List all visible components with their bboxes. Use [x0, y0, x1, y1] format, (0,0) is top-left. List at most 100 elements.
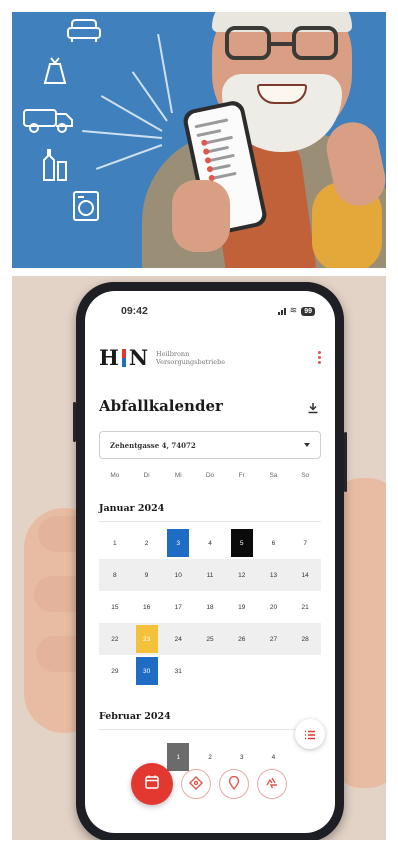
calendar-week: 8 9 10 11 12 13 14: [99, 559, 321, 591]
app-screen: 09:42 ≋ 99 H N Heilbronn Versorgungsbetr…: [85, 291, 335, 833]
garbage-truck-icon: [22, 104, 74, 134]
location-button[interactable]: [219, 769, 249, 799]
calendar-day[interactable]: 4: [258, 743, 290, 771]
page-title: Abfallkalender: [99, 397, 223, 415]
hero-photo: [12, 12, 386, 268]
calendar-day[interactable]: 10: [162, 559, 194, 591]
status-time: 09:42: [121, 305, 148, 317]
sofa-icon: [66, 18, 102, 44]
weekday-label: So: [301, 472, 310, 479]
calendar-day-collection-black[interactable]: 5: [226, 527, 258, 559]
calendar-day[interactable]: 29: [99, 655, 131, 687]
glasses-bridge: [271, 42, 293, 46]
logo-bar: [121, 348, 126, 367]
calendar-january: 1 2 3 4 5 6 7 8 9 10 11 12 13 14 15 16 1…: [99, 527, 321, 687]
calendar-day[interactable]: 9: [131, 559, 163, 591]
calendar-day[interactable]: 17: [162, 591, 194, 623]
logo-letter-h: H: [99, 345, 119, 370]
divider: [99, 521, 321, 522]
weekday-label: Do: [205, 472, 215, 479]
bottles-icon: [40, 148, 68, 182]
light-ray: [157, 34, 173, 114]
light-ray: [82, 130, 163, 139]
calendar-day[interactable]: 20: [258, 591, 290, 623]
trash-bag-icon: [42, 56, 68, 86]
calendar-day[interactable]: 3: [226, 743, 258, 771]
calendar-day[interactable]: 21: [289, 591, 321, 623]
calendar-week: 1 2 3 4 5 6 7: [99, 527, 321, 559]
address-value: Zehentgasse 4, 74072: [110, 440, 196, 450]
calendar-day[interactable]: 6: [258, 527, 290, 559]
calendar-icon: [144, 774, 160, 794]
logo-line-1: Heilbronn: [156, 349, 190, 358]
weekday-label: Mi: [174, 472, 182, 479]
calendar-day[interactable]: 12: [226, 559, 258, 591]
month-heading-february: Februar 2024: [99, 711, 171, 722]
calendar-day[interactable]: 11: [194, 559, 226, 591]
status-bar: 09:42 ≋ 99: [85, 305, 335, 321]
power-button: [344, 432, 347, 492]
calendar-day[interactable]: 8: [99, 559, 131, 591]
calendar-view-button[interactable]: [131, 763, 173, 805]
weekday-label: Mo: [110, 472, 120, 479]
logo-text: Heilbronn Versorgungsbetriebe: [156, 350, 225, 366]
calendar-day[interactable]: 2: [131, 527, 163, 559]
volume-button: [73, 402, 76, 442]
man-hand: [172, 180, 230, 252]
calendar-day-collection-blue[interactable]: 3: [162, 527, 194, 559]
calendar-day: [194, 655, 226, 687]
calendar-day-collection-gray[interactable]: 1: [162, 743, 194, 771]
calendar-week: 15 16 17 18 19 20 21: [99, 591, 321, 623]
calendar-day: [258, 655, 290, 687]
smartphone: 09:42 ≋ 99 H N Heilbronn Versorgungsbetr…: [73, 282, 347, 840]
calendar-day[interactable]: 31: [162, 655, 194, 687]
weekday-header: Mo Di Mi Do Fr Sa So: [99, 472, 321, 479]
weekday-label: Sa: [269, 472, 278, 479]
washing-machine-icon: [72, 190, 100, 222]
calendar-day[interactable]: 7: [289, 527, 321, 559]
calendar-day-collection-yellow[interactable]: 23: [131, 623, 163, 655]
calendar-february: 1 2 3 4: [99, 743, 321, 771]
calendar-day[interactable]: 25: [194, 623, 226, 655]
calendar-week: 29 30 31: [99, 655, 321, 687]
calendar-day[interactable]: 22: [99, 623, 131, 655]
download-icon[interactable]: [307, 399, 319, 418]
month-heading-january: Januar 2024: [99, 503, 165, 514]
weekday-label: Di: [143, 472, 150, 479]
kebab-menu-icon[interactable]: [318, 351, 321, 364]
calendar-day[interactable]: 28: [289, 623, 321, 655]
calendar-day[interactable]: 27: [258, 623, 290, 655]
tag-button[interactable]: [181, 769, 211, 799]
calendar-day[interactable]: 16: [131, 591, 163, 623]
calendar-day[interactable]: 2: [194, 743, 226, 771]
calendar-week: 22 23 24 25 26 27 28: [99, 623, 321, 655]
calendar-day: [226, 655, 258, 687]
calendar-day-collection-blue[interactable]: 30: [131, 655, 163, 687]
wifi-icon: ≋: [289, 306, 298, 316]
calendar-day: [289, 655, 321, 687]
calendar-day[interactable]: 18: [194, 591, 226, 623]
phone-mockup-photo: 09:42 ≋ 99 H N Heilbronn Versorgungsbetr…: [12, 276, 386, 840]
calendar-day[interactable]: 4: [194, 527, 226, 559]
status-icons: ≋ 99: [277, 306, 315, 316]
hnv-logo[interactable]: H N Heilbronn Versorgungsbetriebe: [99, 345, 225, 370]
calendar-day: [99, 743, 131, 771]
list-view-button[interactable]: [295, 719, 325, 749]
calendar-day[interactable]: 15: [99, 591, 131, 623]
calendar-day[interactable]: 19: [226, 591, 258, 623]
list-icon: [304, 725, 316, 744]
glasses-left: [225, 26, 271, 60]
divider: [99, 729, 321, 730]
calendar-day[interactable]: 26: [226, 623, 258, 655]
recycle-button[interactable]: [257, 769, 287, 799]
calendar-day[interactable]: 1: [99, 527, 131, 559]
light-ray: [95, 144, 163, 170]
calendar-day[interactable]: 13: [258, 559, 290, 591]
logo-line-2: Versorgungsbetriebe: [156, 357, 226, 366]
location-pin-icon: [227, 775, 241, 794]
address-select[interactable]: Zehentgasse 4, 74072: [99, 431, 321, 459]
logo-letter-n: N: [128, 345, 149, 370]
calendar-day[interactable]: 14: [289, 559, 321, 591]
battery-icon: 99: [301, 307, 315, 316]
calendar-day[interactable]: 24: [162, 623, 194, 655]
